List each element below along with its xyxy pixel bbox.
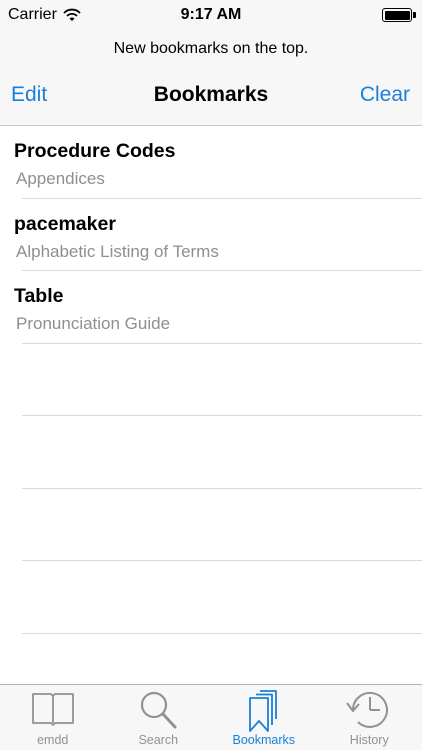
clear-button[interactable]: Clear (360, 83, 410, 107)
bookmark-row[interactable]: Table Pronunciation Guide (0, 271, 422, 344)
tab-history[interactable]: History (317, 685, 422, 750)
bookmark-row[interactable]: pacemaker Alphabetic Listing of Terms (0, 199, 422, 271)
tab-label: Bookmarks (232, 733, 296, 747)
bookmark-list: Procedure Codes Appendices pacemaker Alp… (0, 126, 422, 684)
battery-level (384, 10, 410, 20)
clock-icon (346, 692, 389, 728)
tab-bookmarks[interactable]: Bookmarks (211, 685, 317, 750)
book-icon (31, 693, 74, 726)
navigation-bar: New bookmarks on the top. Edit Bookmarks… (0, 30, 422, 126)
bookmark-subtitle: Alphabetic Listing of Terms (16, 241, 219, 261)
bookmarks-hint: New bookmarks on the top. (113, 40, 309, 57)
tab-search[interactable]: Search (106, 685, 212, 750)
empty-row (0, 561, 422, 634)
bookmark-subtitle: Pronunciation Guide (16, 314, 171, 333)
tab-label: Search (138, 733, 179, 747)
bookmark-subtitle: Appendices (16, 169, 105, 188)
bookmarks-icon (248, 690, 277, 732)
battery-icon (382, 8, 416, 22)
tab-label: History (349, 733, 389, 747)
empty-row (0, 416, 422, 489)
empty-row (0, 344, 422, 416)
row-separator (22, 632, 422, 634)
clock-time: 9:17 AM (180, 6, 242, 23)
page-title: Bookmarks (153, 83, 269, 106)
tab-emdd[interactable]: emdd (0, 685, 106, 750)
bookmark-title: Table (14, 285, 64, 307)
status-bar: Carrier 9:17 AM (0, 0, 422, 30)
tab-bar: emdd Search Bookmarks History (0, 684, 422, 750)
bookmark-row[interactable]: Procedure Codes Appendices (0, 126, 422, 199)
magnifier-icon (141, 691, 177, 729)
empty-row (0, 489, 422, 561)
battery-tip (413, 12, 416, 18)
bookmark-title: pacemaker (14, 212, 116, 235)
tab-label: emdd (37, 733, 69, 747)
bookmark-title: Procedure Codes (14, 140, 176, 162)
